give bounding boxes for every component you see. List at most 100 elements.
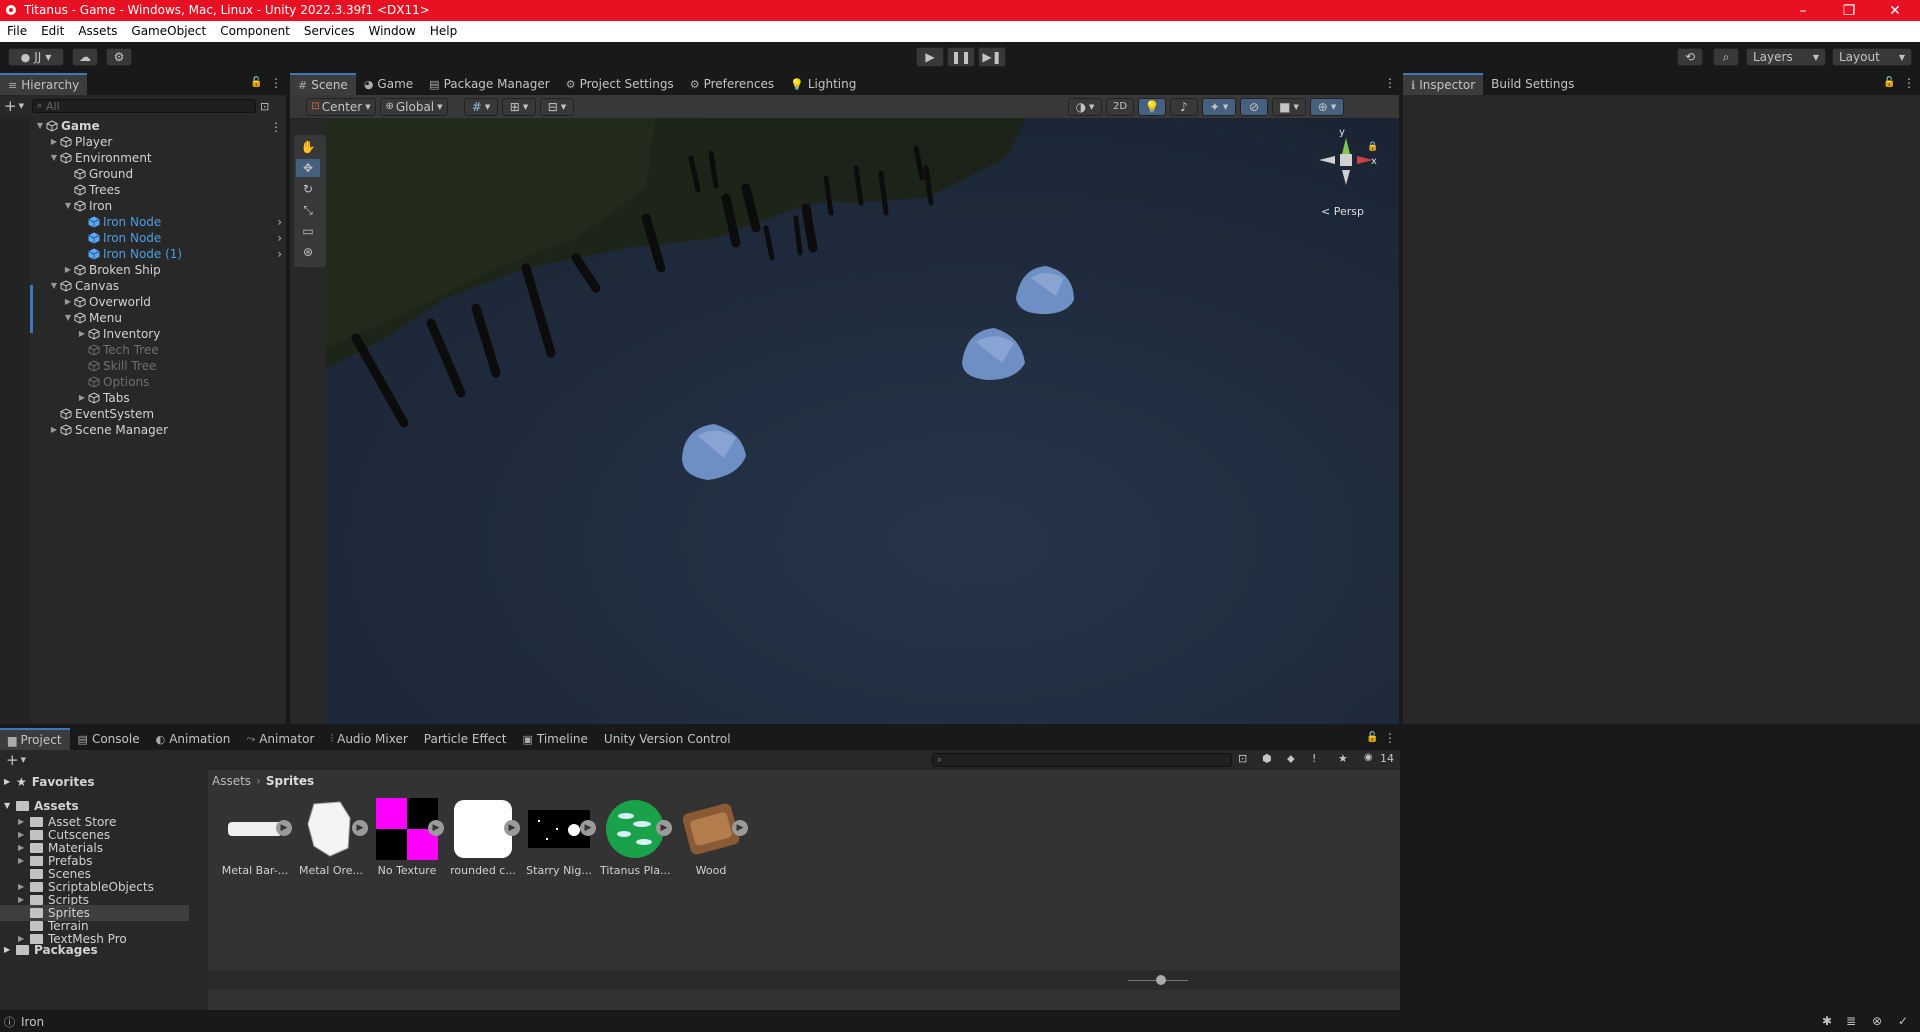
project-search-input[interactable]: ⌕ bbox=[932, 753, 1232, 767]
eye-icon[interactable]: ◉ bbox=[1364, 752, 1373, 763]
scene-gizmo[interactable]: y x 🔒 < Persp bbox=[1311, 127, 1381, 220]
play-icon[interactable]: ▶ bbox=[580, 820, 596, 836]
more-icon[interactable]: ⋮ bbox=[270, 120, 282, 134]
collab-button[interactable]: ⚙ bbox=[106, 48, 132, 66]
layout-dropdown[interactable]: Layout ▼ bbox=[1832, 48, 1912, 66]
lock-icon[interactable]: 🔓 bbox=[1883, 77, 1895, 88]
hierarchy-item[interactable]: Iron Node (1) › bbox=[76, 246, 282, 262]
chevron-down-icon[interactable]: ▼ bbox=[19, 102, 24, 110]
menu-assets[interactable]: Assets bbox=[71, 21, 124, 42]
tab-hierarchy[interactable]: ≡ Hierarchy bbox=[0, 73, 88, 95]
step-button[interactable]: ▶❚ bbox=[978, 47, 1006, 67]
gizmos-button[interactable]: ⊕ ▼ bbox=[1310, 97, 1344, 116]
more-icon[interactable]: ⋮ bbox=[1384, 731, 1396, 745]
tab-preferences[interactable]: ⚙ Preferences bbox=[682, 73, 782, 95]
tab-lighting[interactable]: 💡 Lighting bbox=[782, 73, 864, 95]
hierarchy-item[interactable]: Skill Tree bbox=[76, 358, 156, 374]
hierarchy-item[interactable]: ▶ Tabs bbox=[76, 390, 130, 406]
expand-arrow-icon[interactable]: ▶ bbox=[62, 262, 74, 278]
scale-tool-button[interactable]: ⤡ bbox=[296, 201, 320, 219]
expand-arrow-icon[interactable]: ▶ bbox=[48, 422, 60, 438]
expand-arrow-icon[interactable]: ▶ bbox=[48, 134, 60, 150]
star-icon[interactable]: ★ bbox=[1338, 752, 1348, 765]
breadcrumb-assets[interactable]: Assets bbox=[212, 774, 251, 788]
history-button[interactable]: ⟲ bbox=[1677, 48, 1703, 66]
expand-arrow-icon[interactable]: ▶ bbox=[76, 326, 88, 342]
hierarchy-item[interactable]: ▶ Overworld bbox=[62, 294, 151, 310]
draw-mode-button[interactable]: ◑ ▼ bbox=[1068, 97, 1102, 116]
tab-console[interactable]: ▤ Console bbox=[70, 728, 148, 750]
collapse-arrow-icon[interactable]: ▼ bbox=[34, 118, 46, 134]
tab-build-settings[interactable]: Build Settings bbox=[1483, 73, 1582, 95]
rect-tool-button[interactable]: ▭ bbox=[296, 222, 320, 240]
play-icon[interactable]: ▶ bbox=[732, 820, 748, 836]
ruler-button[interactable]: ⊟ ▼ bbox=[540, 97, 574, 116]
hierarchy-item[interactable]: ▼ Game bbox=[34, 118, 100, 134]
search-by-type-icon[interactable]: ⊡ bbox=[1238, 752, 1247, 765]
close-button[interactable]: ✕ bbox=[1872, 0, 1918, 21]
cache-icon[interactable]: ≣ bbox=[1846, 1014, 1856, 1028]
hand-tool-button[interactable]: ✋ bbox=[296, 138, 320, 156]
lock-icon[interactable]: 🔓 bbox=[1366, 732, 1378, 743]
add-icon[interactable]: + bbox=[4, 97, 17, 115]
asset-item[interactable]: ▶ Starry Nig... bbox=[524, 798, 596, 877]
play-icon[interactable]: ▶ bbox=[276, 820, 292, 836]
chevron-right-icon[interactable]: › bbox=[277, 246, 282, 262]
hierarchy-item[interactable]: ▶ Inventory bbox=[76, 326, 160, 342]
hierarchy-item[interactable]: Tech Tree bbox=[76, 342, 159, 358]
collapse-arrow-icon[interactable]: ▼ bbox=[62, 198, 74, 214]
hierarchy-item[interactable]: Iron Node › bbox=[76, 230, 282, 246]
expand-arrow-icon[interactable]: ▶ bbox=[76, 390, 88, 406]
hierarchy-item[interactable]: Trees bbox=[62, 182, 120, 198]
asset-item[interactable]: ▶ Metal Bar-... bbox=[220, 798, 292, 877]
breadcrumb-sprites[interactable]: Sprites bbox=[266, 774, 314, 788]
play-button[interactable]: ▶ bbox=[916, 47, 944, 67]
hierarchy-item[interactable]: ▶ Player bbox=[48, 134, 112, 150]
asset-item[interactable]: ▶ Metal Ore... bbox=[296, 798, 368, 877]
tab-inspector[interactable]: ℹ Inspector bbox=[1403, 73, 1484, 95]
tab-scene[interactable]: # Scene bbox=[290, 73, 356, 95]
play-icon[interactable]: ▶ bbox=[352, 820, 368, 836]
more-icon[interactable]: ⋮ bbox=[1903, 76, 1915, 90]
expand-arrow-icon[interactable]: ▶ bbox=[62, 294, 74, 310]
lock-icon[interactable]: 🔒 bbox=[1367, 142, 1378, 152]
asset-item[interactable]: ▶ Titanus Pla... bbox=[600, 798, 672, 877]
menu-gameobject[interactable]: GameObject bbox=[124, 21, 213, 42]
menu-services[interactable]: Services bbox=[297, 21, 362, 42]
account-dropdown[interactable]: ● JJ ▼ bbox=[8, 48, 64, 66]
menu-component[interactable]: Component bbox=[213, 21, 297, 42]
hierarchy-item[interactable]: ▼ Canvas bbox=[48, 278, 119, 294]
scene-filter-icon[interactable]: ⊡ bbox=[260, 100, 269, 113]
chevron-right-icon[interactable]: › bbox=[277, 214, 282, 230]
rotate-tool-button[interactable]: ↻ bbox=[296, 180, 320, 198]
hierarchy-item[interactable]: ▼ Iron bbox=[62, 198, 112, 214]
assets-item[interactable]: ▼ Assets bbox=[4, 798, 79, 814]
asset-item[interactable]: ▶ No Texture bbox=[372, 798, 444, 877]
space-dropdown[interactable]: ⊕ Global ▼ bbox=[380, 97, 448, 116]
tab-animation[interactable]: ◐ Animation bbox=[148, 728, 239, 750]
play-icon[interactable]: ▶ bbox=[428, 820, 444, 836]
effects-toggle[interactable]: ✦ ▼ bbox=[1202, 97, 1236, 116]
tab-package-manager[interactable]: ▤ Package Manager bbox=[421, 73, 558, 95]
hierarchy-item[interactable]: Ground bbox=[62, 166, 133, 182]
tab-audio-mixer[interactable]: ⫶ Audio Mixer bbox=[322, 728, 415, 750]
zoom-slider-thumb[interactable] bbox=[1156, 975, 1166, 985]
tab-timeline[interactable]: ▣ Timeline bbox=[514, 728, 595, 750]
hierarchy-item[interactable]: ▼ Environment bbox=[48, 150, 152, 166]
tab-animator[interactable]: ⤳ Animator bbox=[238, 728, 322, 750]
hierarchy-item[interactable]: EventSystem bbox=[48, 406, 154, 422]
asset-item[interactable]: ▶ Wood bbox=[676, 798, 748, 877]
increment-snap-button[interactable]: ⊞ ▼ bbox=[502, 97, 536, 116]
lock-icon[interactable]: 🔓 bbox=[250, 77, 262, 88]
lighting-toggle[interactable]: 💡 bbox=[1138, 97, 1166, 116]
favorites-item[interactable]: ▶ ★ Favorites bbox=[4, 774, 94, 790]
add-icon[interactable]: + bbox=[6, 751, 19, 769]
hierarchy-item[interactable]: Iron Node › bbox=[76, 214, 282, 230]
menu-window[interactable]: Window bbox=[362, 21, 423, 42]
pivot-dropdown[interactable]: ⊡ Center ▼ bbox=[306, 97, 376, 116]
chevron-down-icon[interactable]: ▼ bbox=[21, 756, 26, 764]
collapse-arrow-icon[interactable]: ▼ bbox=[48, 278, 60, 294]
hierarchy-item[interactable]: ▶ Broken Ship bbox=[62, 262, 161, 278]
play-icon[interactable]: ▶ bbox=[504, 820, 520, 836]
camera-button[interactable]: ■ ▼ bbox=[1272, 97, 1306, 116]
